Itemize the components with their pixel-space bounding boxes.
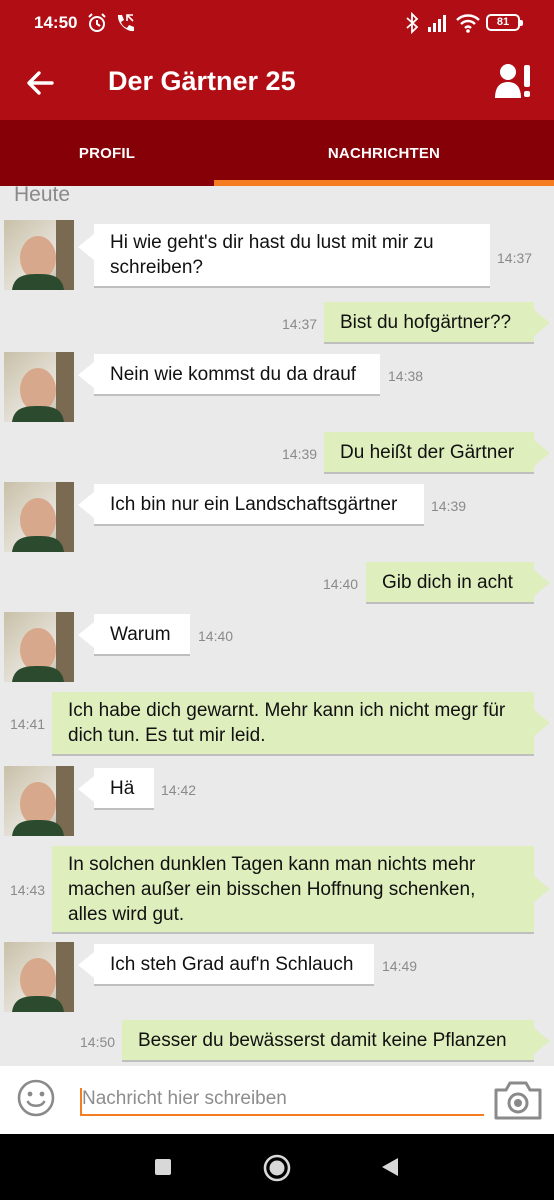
- message-text: Ich steh Grad auf'n Schlauch: [110, 953, 354, 975]
- chat-thread[interactable]: Heute Hi wie geht's dir hast du lust mit…: [0, 186, 554, 1066]
- bluetooth-icon: [406, 12, 419, 34]
- back-arrow-icon[interactable]: [22, 66, 58, 100]
- avatar[interactable]: [4, 482, 74, 552]
- wifi-icon: [456, 14, 480, 33]
- message-time: 14:41: [10, 716, 46, 732]
- message-time: 14:37: [282, 316, 318, 332]
- message-time: 14:37: [497, 250, 533, 266]
- message-composer: [0, 1066, 554, 1134]
- message-text: Hi wie geht's dir hast du lust mit mir z…: [110, 232, 434, 278]
- avatar[interactable]: [4, 766, 74, 836]
- avatar[interactable]: [4, 220, 74, 290]
- message-time: 14:50: [80, 1034, 116, 1050]
- message-time: 14:39: [282, 446, 318, 462]
- avatar[interactable]: [4, 352, 74, 422]
- message-time: 14:49: [382, 958, 418, 974]
- status-bar: 14:50 81: [0, 0, 554, 46]
- day-separator: Heute: [14, 186, 71, 206]
- camera-icon[interactable]: [492, 1078, 544, 1122]
- avatar[interactable]: [4, 612, 74, 682]
- message-time: 14:40: [323, 576, 359, 592]
- system-navigation-bar: [0, 1134, 554, 1200]
- message-text: Hä: [110, 777, 135, 799]
- tab-nachrichten[interactable]: NACHRICHTEN: [214, 120, 554, 186]
- avatar[interactable]: [4, 942, 74, 1012]
- status-time: 14:50: [34, 13, 78, 32]
- report-user-icon[interactable]: [494, 62, 532, 102]
- page-title: Der Gärtner 25: [108, 66, 296, 96]
- home-icon[interactable]: [263, 1154, 291, 1182]
- message-text: Bist du hofgärtner??: [340, 311, 512, 333]
- message-time: 14:42: [161, 782, 197, 798]
- text-cursor: [80, 1088, 82, 1114]
- message-text: Ich bin nur ein Landschaftsgärtner: [110, 493, 398, 515]
- message-text: Besser du bewässerst damit keine Pflanze…: [138, 1029, 507, 1051]
- alarm-icon: [88, 13, 106, 32]
- message-time: 14:40: [198, 628, 234, 644]
- recents-icon[interactable]: [154, 1158, 172, 1176]
- message-time: 14:38: [388, 368, 424, 384]
- emoji-icon[interactable]: [16, 1078, 56, 1118]
- call-icon: [117, 14, 134, 32]
- tab-bar: PROFIL NACHRICHTEN: [0, 120, 554, 186]
- message-text: Gib dich in acht: [382, 571, 513, 593]
- battery-level: 81: [496, 16, 510, 28]
- message-time: 14:43: [10, 882, 46, 898]
- message-time: 14:39: [431, 498, 467, 514]
- signal-icon: [428, 15, 446, 32]
- message-text: Ich habe dich gewarnt. Mehr kann ich nic…: [68, 700, 506, 746]
- battery-icon: 81: [486, 14, 523, 31]
- app-bar: Der Gärtner 25: [0, 46, 554, 120]
- back-icon[interactable]: [380, 1156, 400, 1178]
- message-text: Nein wie kommst du da drauf: [110, 363, 357, 385]
- message-text: Du heißt der Gärtner: [340, 441, 515, 463]
- tab-profil[interactable]: PROFIL: [0, 120, 214, 186]
- message-text: In solchen dunklen Tagen kann man nichts…: [68, 853, 476, 925]
- message-input[interactable]: [80, 1084, 484, 1116]
- message-text: Warum: [110, 623, 171, 645]
